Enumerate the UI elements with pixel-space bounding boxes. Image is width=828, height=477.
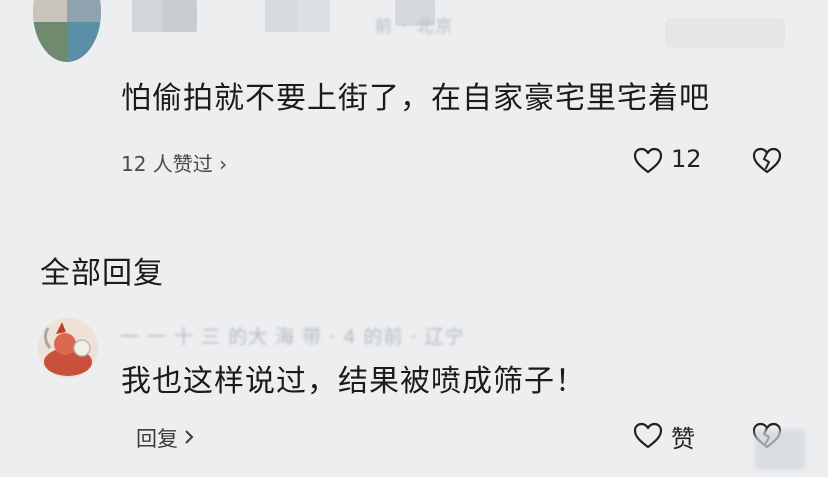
- avatar[interactable]: [33, 0, 101, 62]
- like-label[interactable]: 赞: [671, 419, 695, 454]
- comment-text: 怕偷拍就不要上街了，在自家豪宅里宅着吧: [121, 81, 710, 116]
- section-title: 全部回复: [40, 256, 164, 291]
- avatar[interactable]: [38, 318, 98, 378]
- broken-heart-icon[interactable]: [750, 145, 784, 177]
- chevron-right-icon: [184, 426, 194, 450]
- likes-link[interactable]: 12 人赞过 ›: [121, 148, 227, 177]
- heart-icon[interactable]: [632, 420, 664, 452]
- username-blurred[interactable]: [132, 0, 197, 32]
- comment-meta: 前 · 北京: [375, 17, 455, 37]
- like-count: 12: [671, 145, 702, 173]
- user-badge-blurred: [265, 0, 330, 32]
- watermark-blur: [755, 430, 805, 470]
- reply-meta: 一 一 十 三 的大 海 带 · 4 的前 · 辽宁: [120, 326, 465, 348]
- reply-text: 我也这样说过，结果被喷成筛子！: [121, 364, 586, 399]
- top-right-blurred: [665, 18, 785, 48]
- reply-button[interactable]: 回复: [124, 419, 214, 457]
- heart-icon[interactable]: [632, 145, 664, 177]
- reply-label: 回复: [136, 427, 178, 451]
